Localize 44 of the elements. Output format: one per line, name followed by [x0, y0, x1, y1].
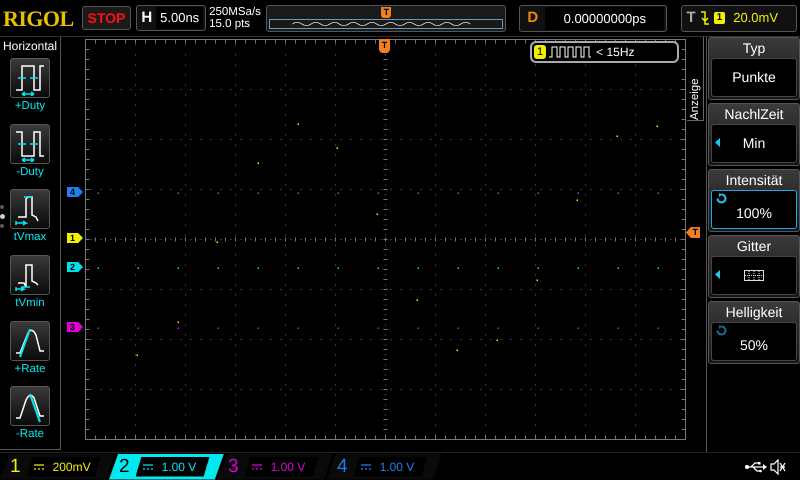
trigger-level: 20.0mV: [733, 9, 778, 28]
rotate-knob-icon: [716, 193, 727, 204]
timebase-value: 5.00ns: [156, 7, 204, 29]
dc-coupling-icon: [250, 462, 263, 470]
channel-scale-tab[interactable]: 3 1.00 V: [218, 454, 333, 480]
channel-offset-marker: 1: [67, 233, 83, 243]
run-stop-status[interactable]: STOP: [82, 6, 132, 30]
rotate-knob-icon: [716, 325, 727, 336]
left-arrow-icon: [715, 270, 720, 279]
channel-scale-tab[interactable]: 4 1.00 V: [327, 454, 442, 480]
channel-scale-tab[interactable]: 2 1.00 V: [109, 454, 224, 480]
channel-offset-marker: 3: [67, 322, 83, 332]
trigger-time-marker: T: [379, 39, 390, 53]
dc-coupling-icon: [360, 462, 372, 470]
pulse-train-icon: [549, 46, 592, 58]
dc-coupling-icon: [32, 462, 45, 470]
menu-softkey[interactable]: Intensität 100%: [708, 169, 800, 232]
delay-label: D: [526, 8, 540, 28]
channel-scale-tab[interactable]: 1 200mV: [0, 454, 115, 480]
trigger-source: 1: [714, 12, 726, 24]
brand-logo: RIGOL: [3, 4, 75, 32]
sample-rate: 250MSa/s: [209, 6, 262, 18]
usb-icon: [745, 460, 767, 472]
menu-softkey[interactable]: Typ Punkte: [708, 37, 800, 100]
dc-coupling-icon: [142, 462, 154, 470]
memory-depth: 15.0 pts: [209, 18, 252, 30]
speaker-muted-icon: [770, 458, 786, 474]
menu-title: Anzeige: [689, 77, 701, 120]
trigger-label: T: [686, 8, 696, 28]
falling-edge-icon: [700, 11, 710, 25]
menu-softkey[interactable]: NachlZeit Min: [708, 103, 800, 166]
frequency-reading: < 15Hz: [596, 44, 634, 61]
left-arrow-icon: [715, 138, 720, 147]
trigger-level-marker: T: [686, 227, 700, 238]
menu-title: Horizontal: [2, 38, 58, 55]
menu-softkey[interactable]: Helligkeit 50%: [708, 301, 800, 364]
delay-value: 0.00000000ps: [545, 6, 664, 30]
timebase-label: H: [140, 8, 154, 28]
menu-softkey[interactable]: Gitter: [708, 235, 800, 298]
channel-offset-marker: 4: [67, 187, 83, 197]
channel-offset-marker: 2: [67, 262, 83, 272]
grid-icon: [744, 270, 764, 281]
counter-source: 1: [534, 45, 546, 59]
trigger-position-marker: T: [381, 6, 392, 18]
